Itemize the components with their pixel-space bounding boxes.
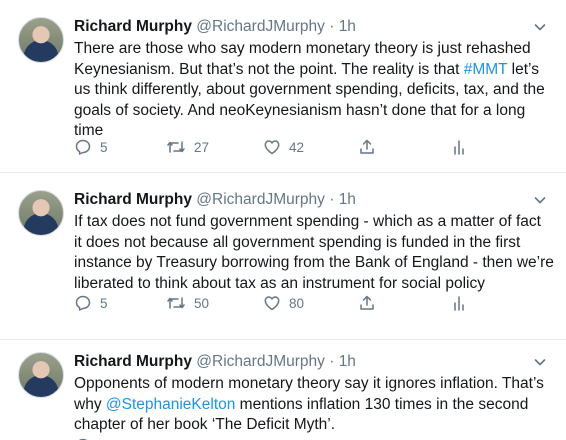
tweet-text-segment: instance by Treasury borrowing from the … (74, 254, 554, 271)
retweet-icon (167, 297, 185, 309)
tweet[interactable]: Richard Murphy @RichardJMurphy · 1h Ther… (0, 0, 566, 170)
mention-link[interactable]: @StephanieKelton (106, 396, 236, 413)
analytics-button[interactable] (452, 137, 466, 157)
tweet-header: Richard Murphy @RichardJMurphy · 1h (74, 352, 356, 372)
tweet-text-line: There are those who say modern monetary … (74, 39, 554, 60)
author-handle[interactable]: @RichardJMurphy (196, 191, 325, 208)
tweet-text-line: Opponents of modern monetary theory say … (74, 374, 554, 395)
chevron-down-icon[interactable] (532, 19, 548, 35)
tweet-text: Opponents of modern monetary theory say … (74, 374, 554, 436)
share-icon (360, 139, 374, 154)
share-button[interactable] (358, 293, 376, 313)
analytics-icon (454, 296, 464, 311)
tweet[interactable]: Richard Murphy @RichardJMurphy · 1h If t… (0, 173, 566, 338)
like-button[interactable]: 42 (263, 137, 304, 157)
separator: · (329, 18, 335, 35)
tweet-text-segment: There are those who say modern monetary … (74, 40, 531, 57)
tweet-text-line: chapter of her book ‘The Deficit Myth’. (74, 415, 554, 436)
tweet-text-segment: Opponents of modern monetary theory say … (74, 375, 544, 392)
avatar[interactable] (18, 190, 64, 236)
separator: · (329, 191, 335, 208)
like-count: 80 (289, 295, 305, 311)
reply-icon (75, 139, 91, 155)
tweet-header: Richard Murphy @RichardJMurphy · 1h (74, 17, 356, 37)
retweet-count: 27 (194, 139, 210, 155)
tweet-text-segment: Keynesianism. But that’s not the point. … (74, 60, 464, 78)
chevron-down-icon[interactable] (532, 354, 548, 370)
avatar[interactable] (18, 17, 64, 63)
like-button[interactable]: 80 (263, 293, 304, 313)
tweet-header: Richard Murphy @RichardJMurphy · 1h (74, 190, 356, 210)
tweet-text-segment: chapter of her book ‘The Deficit Myth’. (74, 416, 336, 433)
tweet-text-segment: it does not because all government spend… (74, 233, 521, 251)
tweet-text-line: liberated to think about tax as an instr… (74, 274, 554, 295)
tweet-text-segment: If tax does not fund government spending… (74, 213, 541, 230)
tweet-text-line: goals of society. And neoKeynesianism ha… (74, 101, 554, 122)
tweet-text-line: why @StephanieKelton mentions inflation … (74, 395, 554, 416)
like-count: 42 (289, 139, 305, 155)
reply-count: 5 (100, 139, 108, 155)
retweet-button[interactable]: 27 (166, 137, 209, 157)
tweet[interactable]: Richard Murphy @RichardJMurphy · 1h Oppo… (0, 340, 566, 440)
avatar[interactable] (18, 352, 64, 398)
tweet-text-line: If tax does not fund government spending… (74, 212, 554, 233)
author-handle[interactable]: @RichardJMurphy (196, 18, 325, 35)
retweet-count: 50 (194, 295, 210, 311)
tweet-text: If tax does not fund government spending… (74, 212, 554, 294)
tweet-text-segment: mentions inflation 130 times in the seco… (235, 395, 529, 413)
tweet-text-segment: goals of society. And neoKeynesianism ha… (74, 101, 526, 119)
chevron-down-icon[interactable] (532, 192, 548, 208)
tweet-text-line: it does not because all government spend… (74, 233, 554, 254)
reply-button[interactable] (74, 436, 92, 440)
tweet-text-segment: liberated to think about tax as an instr… (74, 274, 485, 292)
analytics-icon (454, 140, 464, 155)
share-icon (360, 295, 374, 310)
analytics-button[interactable] (452, 293, 466, 313)
tweet-actions: 5 50 80 (74, 293, 474, 313)
hashtag-link[interactable]: #MMT (464, 61, 508, 78)
reply-button[interactable]: 5 (74, 293, 108, 313)
reply-icon (75, 295, 91, 311)
reply-button[interactable]: 5 (74, 137, 108, 157)
separator: · (329, 353, 335, 370)
retweet-button[interactable]: 50 (166, 293, 209, 313)
tweet-text-line: Keynesianism. But that’s not the point. … (74, 60, 554, 81)
tweet-text-line: us think differently, about government s… (74, 80, 554, 101)
retweet-icon (167, 141, 185, 153)
like-icon (264, 296, 280, 311)
tweet-text-segment: us think differently, about government s… (74, 81, 545, 98)
author-name[interactable]: Richard Murphy (74, 191, 192, 208)
share-button[interactable] (358, 137, 376, 157)
reply-count: 5 (100, 295, 108, 311)
like-icon (264, 140, 280, 155)
author-name[interactable]: Richard Murphy (74, 18, 192, 35)
tweet-actions (74, 436, 474, 440)
tweet-text-segment: let’s (507, 60, 539, 78)
tweet-text-segment: why (74, 395, 106, 413)
timestamp[interactable]: 1h (339, 191, 356, 208)
timestamp[interactable]: 1h (339, 18, 356, 35)
timestamp[interactable]: 1h (339, 353, 356, 370)
author-name[interactable]: Richard Murphy (74, 353, 192, 370)
tweet-text-line: instance by Treasury borrowing from the … (74, 253, 554, 274)
tweet-text: There are those who say modern monetary … (74, 39, 554, 142)
author-handle[interactable]: @RichardJMurphy (196, 353, 325, 370)
tweet-actions: 5 27 42 (74, 137, 474, 157)
